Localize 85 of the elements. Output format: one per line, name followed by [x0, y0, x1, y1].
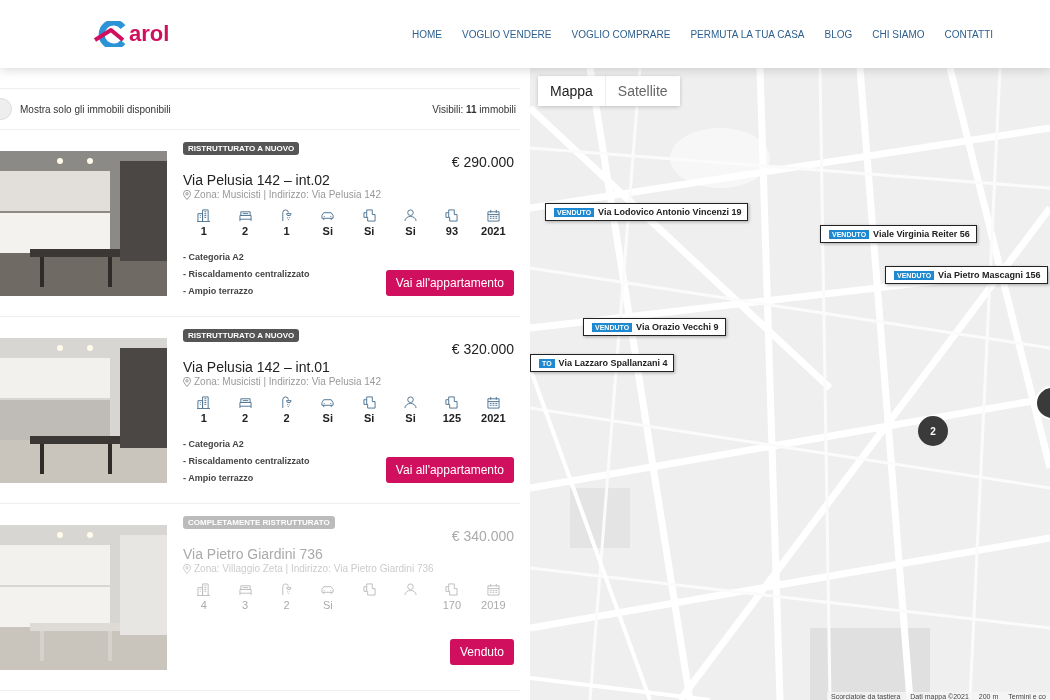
listing-title[interactable]: Via Pelusia 142 – int.02	[183, 172, 514, 188]
feature-value: Si	[322, 599, 333, 611]
shower-icon	[279, 396, 293, 409]
location-pin-icon	[183, 189, 191, 200]
feature-note: - Categoria A2	[183, 439, 245, 449]
status-badge: COMPLETAMENTE RISTRUTTURATO	[183, 516, 335, 529]
marker-label: Viale Virginia Reiter 56	[873, 229, 970, 239]
feature-value: 125	[442, 412, 462, 424]
apartment-button[interactable]: Vai all'appartamento	[385, 457, 514, 483]
price: € 290.000	[451, 154, 514, 170]
bed-icon	[238, 396, 252, 409]
marker-label: Via Orazio Vecchi 9	[636, 322, 719, 332]
floor-plan-icon	[445, 396, 459, 409]
price: € 340.000	[451, 528, 514, 544]
person-icon	[404, 209, 418, 222]
price: € 320.000	[451, 341, 514, 357]
feature-value: 2019	[481, 599, 506, 611]
feature-value: 2	[242, 412, 249, 424]
feature-value: Si	[322, 412, 333, 424]
feature-value: Si	[405, 225, 416, 237]
calendar-icon	[486, 396, 500, 409]
feature-value: 1	[200, 225, 207, 237]
location-pin-icon	[183, 376, 191, 387]
feature-value: 170	[442, 599, 462, 611]
feature-value: 2021	[481, 225, 506, 237]
status-badge: RISTRUTTURATO A NUOVO	[183, 329, 300, 342]
shower-icon	[279, 583, 293, 596]
floor-plan-icon	[445, 583, 459, 596]
map-type-tab[interactable]: Satellite	[605, 76, 680, 106]
logo-text[interactable]: arol	[129, 21, 170, 47]
nav-link[interactable]: VOGLIO COMPRARE	[561, 28, 681, 40]
car-icon	[321, 209, 335, 222]
status-badge: RISTRUTTURATO A NUOVO	[183, 142, 300, 155]
feature-value: Si	[364, 412, 375, 424]
feature-value: 3	[242, 599, 249, 611]
bed-icon	[238, 583, 252, 596]
person-icon	[404, 396, 418, 409]
feature-note: - Ampio terrazzo	[183, 473, 255, 483]
calendar-icon	[486, 209, 500, 222]
nav-link[interactable]: CHI SIAMO	[862, 28, 935, 40]
feature-value: 4	[200, 599, 207, 611]
building-icon	[197, 209, 211, 222]
feature-value: 2021	[481, 412, 506, 424]
feature-value: Si	[322, 225, 333, 237]
marker-label: Via Lazzaro Spallanzani 4	[558, 358, 668, 368]
feature-value: Si	[364, 225, 375, 237]
feature-note: - Ampio terrazzo	[183, 286, 255, 296]
floor-plan-icon	[445, 209, 459, 222]
bed-icon	[238, 209, 252, 222]
sold-button[interactable]: Venduto	[449, 639, 514, 665]
feature-value: 2	[242, 225, 249, 237]
address-text: Zona: Musicisti | Indirizzo: Via Pelusia 142	[194, 189, 381, 200]
apartment-button[interactable]: Vai all'appartamento	[385, 270, 514, 296]
feature-value: 93	[445, 225, 459, 237]
calendar-icon	[486, 583, 500, 596]
feature-value: 2	[283, 599, 290, 611]
car-icon	[321, 583, 335, 596]
feature-value: 1	[200, 412, 207, 424]
marker-label: Via Lodovico Antonio Vincenzi 19	[598, 207, 742, 217]
feature-value: Si	[405, 412, 416, 424]
car-icon	[321, 396, 335, 409]
map-type-tab[interactable]: Mappa	[538, 76, 606, 106]
building-icon	[197, 583, 211, 596]
listing-title[interactable]: Via Pelusia 142 – int.01	[183, 359, 514, 375]
feature-note: - Riscaldamento centralizzato	[183, 456, 310, 466]
person-icon	[404, 583, 418, 596]
visible-count: Visibili: 11 immobili	[432, 103, 516, 115]
building-icon	[197, 396, 211, 409]
feature-value: 2	[283, 412, 290, 424]
nav-link[interactable]: HOME	[402, 28, 452, 40]
marker-label: Via Pietro Mascagni 156	[938, 270, 1041, 280]
nav-link[interactable]: VOGLIO VENDERE	[452, 28, 562, 40]
address-text: Zona: Musicisti | Indirizzo: Via Pelusia 142	[194, 376, 381, 387]
location-pin-icon	[183, 563, 191, 574]
feature-note: - Categoria A2	[183, 252, 245, 262]
nav-link[interactable]: BLOG	[814, 28, 863, 40]
floor-plan-icon	[362, 396, 376, 409]
floor-plan-icon	[362, 209, 376, 222]
shower-icon	[279, 209, 293, 222]
nav-link[interactable]: CONTATTI	[934, 28, 1004, 40]
feature-note: - Riscaldamento centralizzato	[183, 269, 310, 279]
floor-plan-icon	[362, 583, 376, 596]
nav-link[interactable]: PERMUTA LA TUA CASA	[680, 28, 815, 40]
filter-label: Mostra solo gli immobili disponibili	[20, 103, 172, 115]
feature-value: 1	[283, 225, 290, 237]
